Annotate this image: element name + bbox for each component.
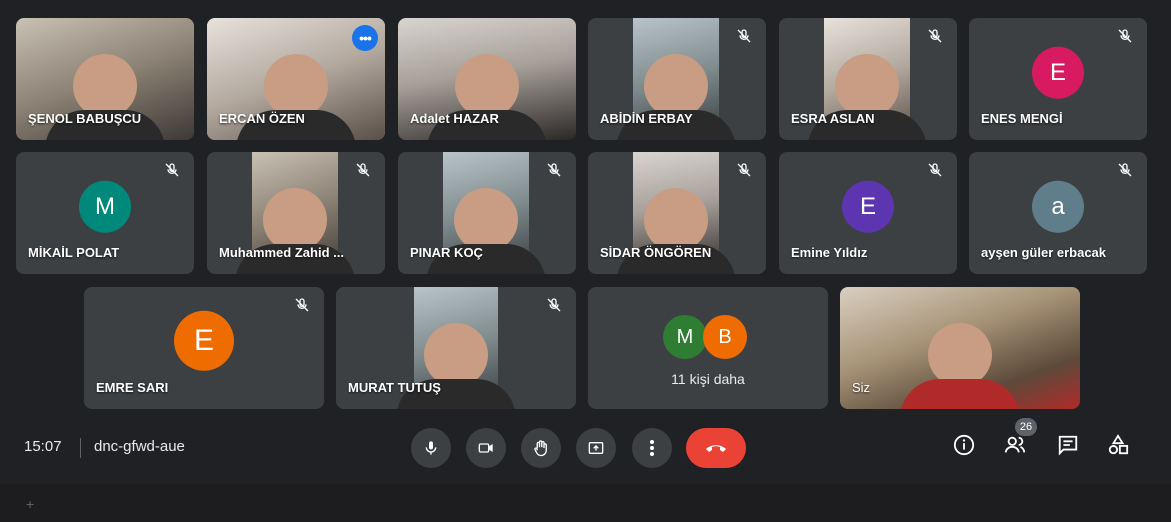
- participant-name: EMRE SARI: [96, 380, 169, 395]
- present-screen-icon: [588, 442, 604, 454]
- avatar: M: [663, 315, 707, 359]
- participant-name: ABİDİN ERBAY: [600, 111, 693, 126]
- hand-icon: [534, 440, 547, 457]
- chat-icon: [1058, 435, 1078, 456]
- participant-tile-sidar[interactable]: SİDAR ÖNGÖREN: [588, 152, 766, 274]
- mic-off-icon: [928, 29, 942, 43]
- people-icon: [1004, 436, 1026, 453]
- mic-off-icon: [547, 298, 561, 312]
- more-participants-label: 11 kişi daha: [671, 371, 745, 387]
- participant-tile-muhammed[interactable]: Muhammed Zahid ...: [207, 152, 385, 274]
- leave-call-button[interactable]: [686, 428, 746, 468]
- self-video: [840, 287, 1080, 409]
- avatar: B: [703, 315, 747, 359]
- end-call-icon: [706, 445, 726, 452]
- mic-button[interactable]: [411, 428, 451, 468]
- meeting-time: 15:07: [24, 438, 62, 455]
- participant-tile-emre[interactable]: E EMRE SARI: [84, 287, 324, 409]
- avatar: E: [174, 310, 234, 371]
- mic-off-icon: [737, 163, 751, 177]
- participant-tile-enes[interactable]: E ENES MENGİ: [969, 18, 1147, 140]
- plus-icon: +: [26, 496, 35, 512]
- chat-button[interactable]: [1055, 432, 1081, 458]
- participant-count-badge: 26: [1015, 418, 1037, 436]
- participant-name: ERCAN ÖZEN: [219, 111, 305, 126]
- raise-hand-button[interactable]: [521, 428, 561, 468]
- participant-tile-murat[interactable]: MURAT TUTUŞ: [336, 287, 576, 409]
- participant-name: Emine Yıldız: [791, 245, 868, 260]
- activities-button[interactable]: [1105, 432, 1131, 458]
- avatar: E: [1032, 46, 1084, 99]
- info-icon: [953, 434, 975, 456]
- participant-name: Muhammed Zahid ...: [219, 245, 344, 260]
- mic-icon: [425, 441, 437, 455]
- meeting-controls-bar: 15:07 dnc-gfwd-aue 26: [0, 418, 1171, 482]
- camera-button[interactable]: [466, 428, 506, 468]
- self-tile[interactable]: Siz: [840, 287, 1080, 409]
- avatar: M: [79, 180, 131, 233]
- participant-tile-abidin[interactable]: ABİDİN ERBAY: [588, 18, 766, 140]
- more-participants-avatars: M B: [663, 315, 753, 359]
- meeting-code: dnc-gfwd-aue: [94, 438, 185, 455]
- more-options-button[interactable]: [632, 428, 672, 468]
- participant-tile-adalet[interactable]: Adalet HAZAR: [398, 18, 576, 140]
- participant-tile-ercan[interactable]: ••• ERCAN ÖZEN: [207, 18, 385, 140]
- activities-shapes-icon: [1108, 434, 1129, 455]
- present-button[interactable]: [576, 428, 616, 468]
- mic-off-icon: [737, 29, 751, 43]
- participant-name: MİKAİL POLAT: [28, 245, 120, 260]
- mic-off-icon: [1118, 163, 1132, 177]
- divider: [80, 438, 81, 458]
- window-footer: +: [0, 484, 1171, 522]
- mic-off-icon: [1118, 29, 1132, 43]
- mic-off-icon: [165, 163, 179, 177]
- participant-tile-emine[interactable]: E Emine Yıldız: [779, 152, 957, 274]
- avatar: E: [842, 180, 894, 233]
- avatar: a: [1032, 180, 1084, 233]
- mic-off-icon: [547, 163, 561, 177]
- mic-off-icon: [928, 163, 942, 177]
- participant-name: Adalet HAZAR: [410, 111, 499, 126]
- participant-tile-mikail[interactable]: M MİKAİL POLAT: [16, 152, 194, 274]
- more-options-button[interactable]: •••: [352, 25, 378, 51]
- participant-name: MURAT TUTUŞ: [348, 380, 441, 395]
- participant-tile-pinar[interactable]: PINAR KOÇ: [398, 152, 576, 274]
- participant-name: PINAR KOÇ: [410, 245, 483, 260]
- participant-name: ENES MENGİ: [981, 111, 1063, 126]
- mic-off-icon: [295, 298, 309, 312]
- self-label: Siz: [852, 380, 871, 395]
- participant-name: ESRA ASLAN: [791, 111, 875, 126]
- camera-icon: [478, 443, 493, 453]
- participant-name: ŞENOL BABUŞCU: [28, 111, 142, 126]
- more-participants-tile[interactable]: M B 11 kişi daha: [588, 287, 828, 409]
- mic-off-icon: [356, 163, 370, 177]
- participant-name: SİDAR ÖNGÖREN: [600, 245, 712, 260]
- meeting-details-button[interactable]: [951, 432, 977, 458]
- participant-tile-aysen[interactable]: a ayşen güler erbacak: [969, 152, 1147, 274]
- participant-tile-senol[interactable]: ŞENOL BABUŞCU: [16, 18, 194, 140]
- participant-tile-esra[interactable]: ESRA ASLAN: [779, 18, 957, 140]
- more-vert-icon: [650, 440, 654, 456]
- participant-name: ayşen güler erbacak: [981, 245, 1107, 260]
